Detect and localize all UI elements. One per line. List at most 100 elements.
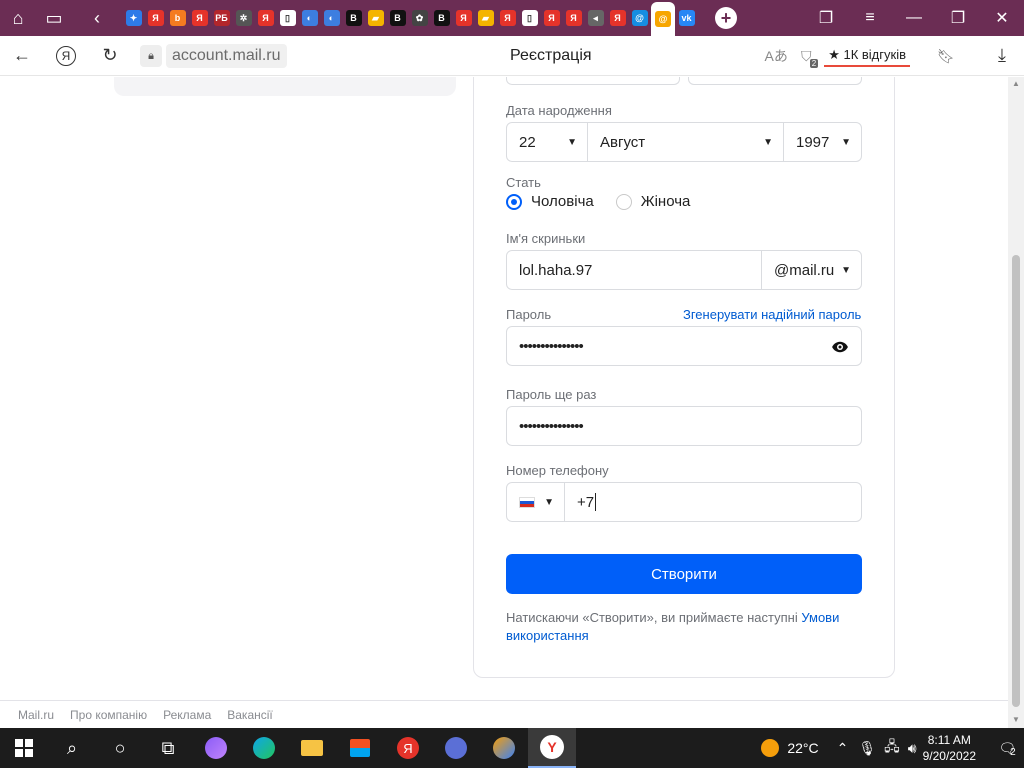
browser-tab-b-icon[interactable]: В: [343, 8, 364, 29]
browser-tab-mail-at-icon[interactable]: @: [629, 8, 650, 29]
speaker-icon: ◂: [587, 10, 604, 26]
browser-tab-yandex-icon[interactable]: Я: [453, 8, 474, 29]
footer-link-mailru[interactable]: Mail.ru: [18, 708, 54, 722]
browser-tab-browser-icon[interactable]: ◐: [299, 8, 320, 29]
shield-icon[interactable]: ⛉ 2: [794, 44, 819, 68]
phone-input[interactable]: +7: [564, 483, 861, 521]
footer-link-jobs[interactable]: Вакансії: [227, 708, 273, 722]
new-tab-button[interactable]: +: [715, 7, 737, 29]
clock-date: 9/20/2022: [922, 749, 976, 763]
browser-tab-yandex-icon[interactable]: Я: [497, 8, 518, 29]
weather-temp[interactable]: 22°C: [787, 740, 818, 756]
gender-male-radio[interactable]: [506, 193, 522, 210]
browser-tab-yandex-icon[interactable]: Я: [255, 8, 276, 29]
eye-icon[interactable]: [831, 338, 849, 356]
scroll-down-icon[interactable]: ▼: [1012, 715, 1020, 724]
volume-icon[interactable]: 🔊︎: [908, 740, 917, 757]
new-folder-icon[interactable]: ▭: [36, 0, 72, 36]
minimize-icon[interactable]: —: [892, 0, 936, 36]
password-label: Пароль: [506, 307, 552, 322]
birth-year-select[interactable]: 1997 ▼: [783, 123, 861, 161]
browser-tab-yandex-icon[interactable]: Я: [563, 8, 584, 29]
browser-tab-orange-b-icon[interactable]: b: [167, 8, 188, 29]
windows-start-icon[interactable]: [0, 728, 48, 768]
restore-icon[interactable]: ❐: [936, 0, 980, 36]
mailbox-domain-select[interactable]: @mail.ru ▼: [761, 251, 861, 289]
browser-tab-yandex-icon[interactable]: Я: [145, 8, 166, 29]
browser-tab-b-icon[interactable]: В: [431, 8, 452, 29]
mailbox-input[interactable]: lol.haha.97: [507, 251, 761, 289]
browser-tab-document-icon[interactable]: ▯: [519, 8, 540, 29]
browser-tab-rg-icon[interactable]: РБ: [211, 8, 232, 29]
close-icon[interactable]: ✕: [980, 0, 1024, 36]
address-bar[interactable]: 🔒︎ account.mail.ru Реєстрація Aあ ⛉ 2 ★ 1К…: [138, 40, 968, 72]
browser-tab-document-icon[interactable]: ▯: [277, 8, 298, 29]
browser-tab-b-icon[interactable]: В: [387, 8, 408, 29]
home-icon[interactable]: ⌂: [0, 0, 36, 36]
reload-button[interactable]: ↻: [88, 36, 132, 76]
password-repeat-input[interactable]: •••••••••••••••: [506, 406, 862, 446]
browser-tab-browser-icon[interactable]: ◐: [321, 8, 342, 29]
browser-tab-gear-icon[interactable]: ✿: [409, 8, 430, 29]
footer-link-company[interactable]: Про компанію: [70, 708, 147, 722]
download-button[interactable]: ⤓: [980, 36, 1024, 76]
file-explorer-icon[interactable]: [288, 728, 336, 768]
browser-tab-vk-icon[interactable]: vk: [676, 8, 697, 29]
lock-icon[interactable]: 🔒︎: [140, 45, 162, 67]
reviews-button[interactable]: ★ 1К відгуків: [824, 45, 910, 67]
footer-link-ads[interactable]: Реклама: [163, 708, 211, 722]
collections-icon[interactable]: ❐: [804, 0, 848, 36]
birth-day-select[interactable]: 22 ▼: [507, 123, 587, 161]
browser-tab-image-icon[interactable]: ▰: [475, 8, 496, 29]
browser-tab-mosaic-icon[interactable]: ✦: [123, 8, 144, 29]
birth-month-select[interactable]: Август ▼: [587, 123, 783, 161]
browser-tab-yandex-icon[interactable]: Я: [541, 8, 562, 29]
clock[interactable]: 8:11 AM 9/20/2022: [923, 732, 976, 764]
yandex-icon[interactable]: Я: [384, 728, 432, 768]
last-name-field[interactable]: [688, 77, 862, 85]
first-name-field[interactable]: [506, 77, 680, 85]
phone-value: +7: [577, 493, 595, 511]
password-input[interactable]: •••••••••••••••: [506, 326, 862, 366]
cortana-icon[interactable]: ○: [96, 728, 144, 768]
document-icon: ▯: [279, 10, 296, 26]
scroll-up-icon[interactable]: ▲: [1012, 79, 1020, 88]
chevron-up-icon[interactable]: ⌃: [837, 740, 849, 757]
gender-male-label[interactable]: Чоловіча: [531, 193, 594, 210]
browser-tab-mail-at-icon[interactable]: @: [651, 2, 675, 36]
menu-icon[interactable]: ≡: [848, 0, 892, 36]
scroll-thumb[interactable]: [1012, 255, 1020, 707]
browser-tab-image-icon[interactable]: ▰: [365, 8, 386, 29]
chevron-down-icon: ▼: [841, 264, 851, 276]
chevron-left-icon[interactable]: ‹: [72, 0, 122, 36]
create-button[interactable]: Створити: [506, 554, 862, 594]
generate-password-link[interactable]: Згенерувати надійний пароль: [683, 307, 861, 322]
system-tray: 22°C ⌃ 🎙︎ 🖧︎ 🔊︎ 8:11 AM 9/20/2022 🗨︎ 2: [761, 728, 1024, 768]
search-icon[interactable]: ⌕: [48, 728, 96, 768]
task-view-icon[interactable]: ⧉: [144, 728, 192, 768]
gender-female-radio[interactable]: [615, 193, 632, 210]
back-button[interactable]: ←: [0, 36, 44, 76]
weather-icon[interactable]: [761, 739, 780, 757]
country-code-select[interactable]: ▼: [507, 483, 564, 521]
yandex-button[interactable]: Я: [44, 36, 88, 76]
notifications-icon[interactable]: 🗨︎ 2: [990, 728, 1024, 768]
browser-tab-speaker-icon[interactable]: ◂: [585, 8, 606, 29]
gender-female-label[interactable]: Жіноча: [641, 193, 691, 210]
page-scrollbar[interactable]: ▲ ▼: [1008, 77, 1024, 728]
browser-icon[interactable]: [432, 728, 480, 768]
translate-icon[interactable]: Aあ: [764, 44, 788, 68]
edge-icon[interactable]: [240, 728, 288, 768]
browser-tab-ball-icon[interactable]: ✲: [233, 8, 254, 29]
shield-badge: 2: [809, 59, 819, 68]
url-text[interactable]: account.mail.ru: [166, 44, 287, 68]
alice-icon[interactable]: [192, 728, 240, 768]
store-icon[interactable]: [336, 728, 384, 768]
microphone-icon[interactable]: 🎙︎: [858, 740, 876, 757]
bookmark-icon[interactable]: 🔖︎: [934, 44, 958, 68]
browser-tab-yandex-icon[interactable]: Я: [189, 8, 210, 29]
yandex-browser-icon[interactable]: Y: [528, 728, 576, 768]
browser-tab-yandex-icon[interactable]: Я: [607, 8, 628, 29]
paint-icon[interactable]: [480, 728, 528, 768]
network-icon[interactable]: 🖧︎: [884, 736, 900, 760]
